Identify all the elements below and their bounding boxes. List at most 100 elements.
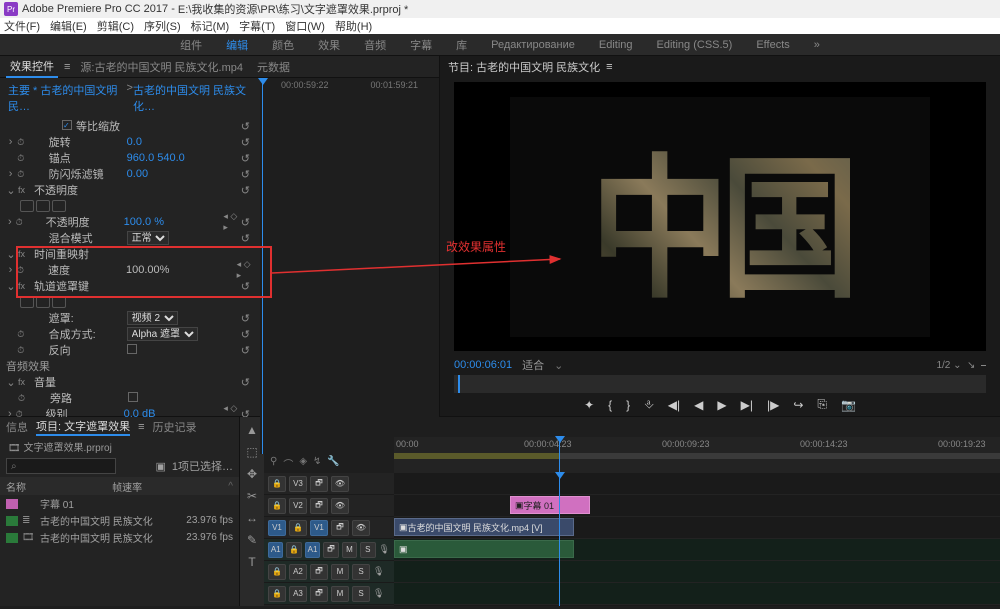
reset-icon[interactable]: ↺ (240, 376, 256, 389)
speed-value[interactable]: 100.00% (126, 264, 237, 276)
mic-icon[interactable]: 🎙 (373, 566, 384, 577)
stopwatch-icon[interactable]: ⏱ (17, 137, 28, 148)
reset-icon[interactable]: ↺ (241, 344, 256, 357)
project-item[interactable]: 字幕 01 (0, 495, 239, 512)
col-framerate[interactable]: 帧速率 (112, 479, 142, 494)
track-lock-icon[interactable]: 🔒 (286, 542, 301, 558)
play-icon[interactable]: ▶ (717, 398, 726, 412)
program-scrubber[interactable] (454, 375, 986, 393)
track-lock-icon[interactable]: 🔒 (268, 476, 286, 492)
stopwatch-icon[interactable]: ⏱ (18, 393, 30, 404)
rotation-value[interactable]: 0.0 (127, 136, 241, 148)
bin-icon[interactable]: ▣ (155, 460, 165, 473)
marker-icon[interactable]: ✦ (584, 398, 594, 412)
project-search-input[interactable] (6, 458, 116, 474)
ellipse-mask-icon[interactable] (20, 296, 34, 308)
eye-icon[interactable]: 👁 (331, 498, 349, 514)
col-name[interactable]: 名称 (6, 479, 26, 494)
reverse-checkbox[interactable] (127, 344, 137, 354)
ws-ru[interactable]: Редактирование (491, 39, 575, 51)
clip-audio[interactable]: ▣ (394, 540, 574, 558)
reset-icon[interactable]: ↺ (241, 232, 256, 245)
blend-mode-select[interactable]: 正常 (127, 231, 169, 245)
solo-button[interactable]: S (352, 564, 370, 580)
reset-icon[interactable]: ↺ (241, 136, 256, 149)
ws-assembly[interactable]: 组件 (180, 37, 202, 53)
stopwatch-icon[interactable]: ⏱ (17, 345, 28, 356)
tab-info[interactable]: 信息 (6, 419, 28, 435)
program-timecode[interactable]: 00:00:06:01 (454, 359, 512, 371)
ws-editing-css[interactable]: Editing (CSS.5) (657, 39, 733, 51)
track-toggle-icon[interactable]: 🗗 (323, 542, 338, 558)
stopwatch-icon[interactable]: ⏱ (17, 153, 28, 164)
ws-titles[interactable]: 字幕 (410, 37, 432, 53)
goto-in-icon[interactable]: ◀| (668, 398, 680, 412)
program-viewer[interactable]: 中国 (454, 82, 986, 351)
rect-mask-icon[interactable] (36, 296, 50, 308)
stopwatch-icon[interactable]: ⏱ (16, 217, 26, 228)
track-v1[interactable]: V1 (310, 520, 328, 536)
reset-icon[interactable]: ↺ (241, 328, 256, 341)
tab-source[interactable]: 源:古老的中国文明 民族文化.mp4 (76, 57, 247, 77)
clip-video[interactable]: ▣ 古老的中国文明 民族文化.mp4 [V] (394, 518, 574, 536)
tab-project[interactable]: 项目: 文字遮罩效果 (36, 418, 130, 436)
tab-metadata[interactable]: 元数据 (253, 57, 294, 77)
timeline-playhead[interactable] (559, 473, 560, 606)
track-src-a1[interactable]: A1 (268, 542, 283, 558)
in-icon[interactable]: { (608, 398, 612, 412)
anchor-value[interactable]: 960.0 540.0 (127, 152, 241, 164)
track-toggle-icon[interactable]: 🗗 (310, 498, 328, 514)
eye-icon[interactable]: 👁 (352, 520, 370, 536)
solo-button[interactable]: S (352, 586, 370, 602)
track-v2[interactable]: V2 (289, 498, 307, 514)
zoom-fit[interactable]: 适合 (522, 357, 544, 373)
menu-sequence[interactable]: 序列(S) (144, 18, 181, 34)
mute-button[interactable]: M (331, 564, 349, 580)
timeline-content[interactable]: ▣ 字幕 01 ▣ 古老的中国文明 民族文化.mp4 [V] ▣ (394, 473, 1000, 606)
selection-tool-icon[interactable]: ▲ (246, 423, 258, 437)
export-frame-icon[interactable]: 📷 (841, 398, 856, 412)
reset-icon[interactable]: ↺ (240, 184, 256, 197)
wrench-icon[interactable]: 🔧 (327, 456, 339, 471)
rect-mask-icon[interactable] (36, 200, 50, 212)
mic-icon[interactable]: 🎙 (373, 588, 384, 599)
out-icon[interactable]: } (626, 398, 630, 412)
ws-audio[interactable]: 音频 (364, 37, 386, 53)
timeline-playhead[interactable] (559, 437, 560, 473)
mute-button[interactable]: M (331, 586, 349, 602)
slip-tool-icon[interactable]: ↔ (246, 511, 258, 525)
ws-effects-en[interactable]: Effects (756, 39, 789, 51)
pen-mask-icon[interactable] (52, 296, 66, 308)
ripple-tool-icon[interactable]: ✥ (247, 467, 257, 481)
step-back-icon[interactable]: ◀ (694, 398, 703, 412)
track-a1[interactable]: A1 (305, 542, 320, 558)
goto-out-icon[interactable]: |▶ (767, 398, 779, 412)
menu-title[interactable]: 字幕(T) (239, 18, 275, 34)
track-src-v1[interactable]: V1 (268, 520, 286, 536)
ws-editing-en[interactable]: Editing (599, 39, 633, 51)
track-lock-icon[interactable]: 🔒 (268, 564, 286, 580)
reset-icon[interactable]: ↺ (240, 280, 256, 293)
ec-playhead[interactable] (262, 78, 263, 454)
track-lock-icon[interactable]: 🔒 (268, 586, 286, 602)
track-toggle-icon[interactable]: 🗗 (310, 586, 328, 602)
ws-more[interactable]: » (814, 39, 820, 51)
ws-effects[interactable]: 效果 (318, 37, 340, 53)
settings-icon[interactable]: ↯ (313, 456, 321, 471)
snap-icon[interactable]: ⚲ (270, 456, 277, 471)
ws-editing[interactable]: 编辑 (226, 37, 248, 53)
insert-icon[interactable]: ⎀ (644, 397, 654, 412)
menu-window[interactable]: 窗口(W) (285, 18, 325, 34)
pen-mask-icon[interactable] (52, 200, 66, 212)
eye-icon[interactable]: 👁 (331, 476, 349, 492)
composite-select[interactable]: Alpha 遮罩 (127, 327, 198, 341)
panel-menu-icon[interactable]: ≡ (606, 61, 612, 73)
track-a2[interactable]: A2 (289, 564, 307, 580)
track-lock-icon[interactable]: 🔒 (268, 498, 286, 514)
reset-icon[interactable]: ↺ (241, 168, 256, 181)
track-a3[interactable]: A3 (289, 586, 307, 602)
menu-edit[interactable]: 编辑(E) (50, 18, 87, 34)
track-toggle-icon[interactable]: 🗗 (310, 564, 328, 580)
antiflicker-value[interactable]: 0.00 (127, 168, 241, 180)
matte-select[interactable]: 视频 2 (127, 311, 178, 325)
